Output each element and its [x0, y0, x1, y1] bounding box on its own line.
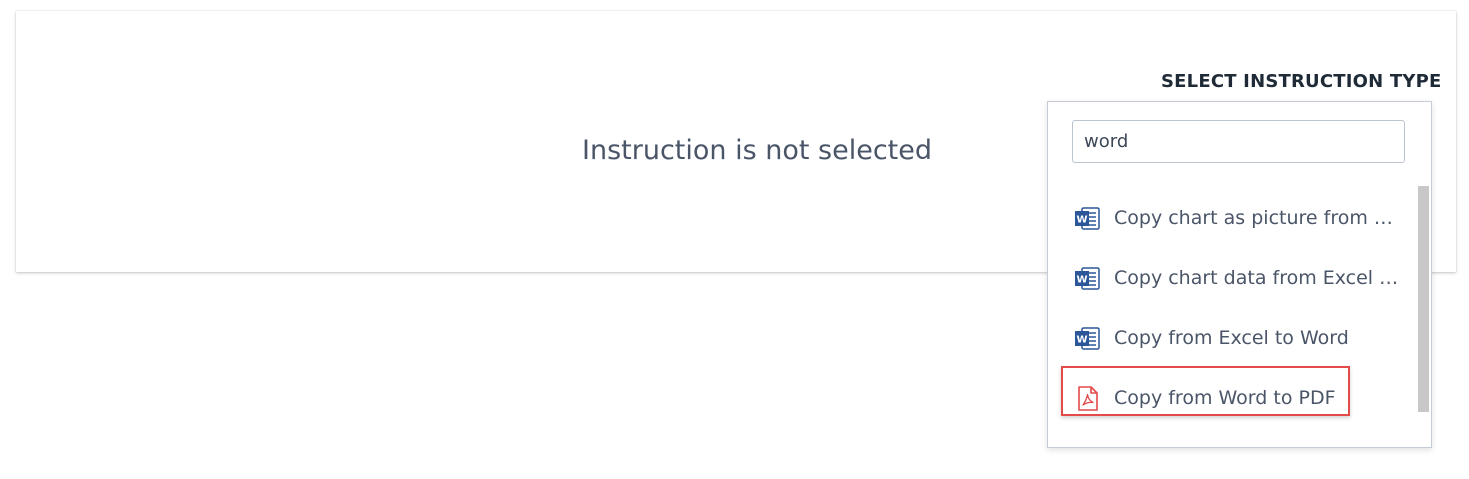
list-item-label: Copy chart data from Excel to Word — [1114, 267, 1400, 289]
select-instruction-type-title: SELECT INSTRUCTION TYPE — [1161, 71, 1442, 92]
pdf-icon — [1074, 385, 1101, 412]
list-item-copy-word-to-pdf[interactable]: Copy from Word to PDF — [1048, 368, 1415, 428]
list-item-label: Copy from Excel to Word — [1114, 327, 1349, 349]
svg-text:W: W — [1076, 335, 1087, 346]
word-icon: W — [1074, 265, 1101, 292]
list-item[interactable]: W Copy chart as picture from Excel to Wo… — [1048, 188, 1415, 248]
dropdown-scrollbar-thumb[interactable] — [1418, 186, 1429, 412]
list-item-label: Copy from Word to PDF — [1114, 387, 1336, 409]
word-icon: W — [1074, 325, 1101, 352]
list-item[interactable]: W Copy chart data from Excel to Word — [1048, 248, 1415, 308]
list-item[interactable]: W Copy from Excel to Word — [1048, 308, 1415, 368]
word-icon — [1074, 445, 1101, 447]
svg-text:W: W — [1076, 275, 1087, 286]
list-item-label: Copy chart as picture from Excel to Word — [1114, 207, 1400, 229]
word-icon: W — [1074, 205, 1101, 232]
instruction-search-input[interactable] — [1072, 120, 1405, 163]
empty-state-message: Instruction is not selected — [582, 135, 933, 166]
list-item[interactable] — [1048, 428, 1415, 447]
instruction-type-dropdown: W Copy chart as picture from Excel to Wo… — [1047, 101, 1432, 448]
instruction-type-list: W Copy chart as picture from Excel to Wo… — [1048, 186, 1415, 447]
svg-text:W: W — [1076, 215, 1087, 226]
